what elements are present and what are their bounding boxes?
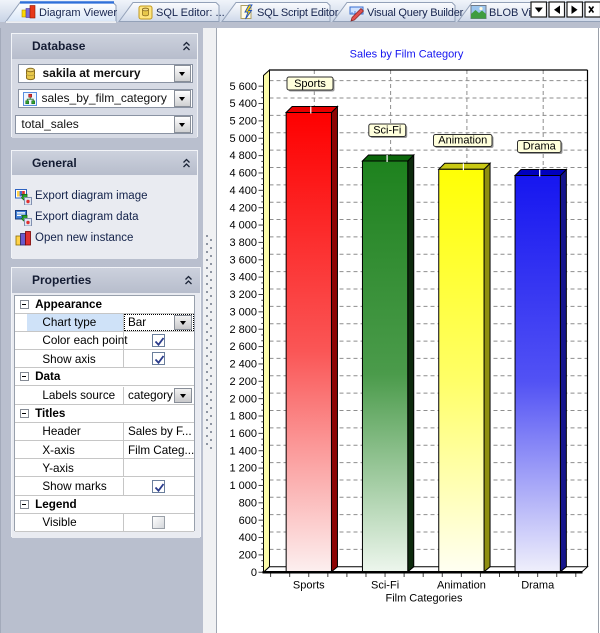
- svg-text:3 200: 3 200: [229, 289, 257, 301]
- svg-text:3 600: 3 600: [229, 254, 257, 266]
- svg-text:3 800: 3 800: [229, 237, 257, 249]
- svg-text:400: 400: [239, 532, 257, 544]
- svg-text:2 600: 2 600: [229, 341, 257, 353]
- svg-text:5 600: 5 600: [229, 81, 257, 93]
- svg-text:SQL Script Editor: SQL Script Editor: [257, 7, 339, 19]
- svg-text:4 600: 4 600: [229, 168, 257, 180]
- svg-text:5 200: 5 200: [229, 115, 257, 127]
- svg-text:1 200: 1 200: [229, 463, 257, 475]
- svg-text:Sci-Fi: Sci-Fi: [371, 580, 399, 592]
- svg-text:Sales by Film Category: Sales by Film Category: [350, 49, 464, 61]
- svg-text:Sci-Fi: Sci-Fi: [373, 125, 401, 137]
- svg-text:Visual Query Builder: Visual Query Builder: [367, 7, 464, 19]
- svg-text:800: 800: [239, 497, 257, 509]
- svg-text:Sports: Sports: [293, 580, 325, 592]
- svg-text:4 400: 4 400: [229, 185, 257, 197]
- svg-text:Animation: Animation: [437, 580, 486, 592]
- svg-text:5 000: 5 000: [229, 133, 257, 145]
- svg-text:2 000: 2 000: [229, 393, 257, 405]
- svg-text:4 000: 4 000: [229, 220, 257, 232]
- svg-text:600: 600: [239, 515, 257, 527]
- svg-text:3 000: 3 000: [229, 306, 257, 318]
- svg-text:Sports: Sports: [294, 78, 326, 90]
- svg-text:4 200: 4 200: [229, 202, 257, 214]
- svg-text:1 600: 1 600: [229, 428, 257, 440]
- svg-text:2 200: 2 200: [229, 376, 257, 388]
- svg-text:0: 0: [251, 567, 257, 579]
- svg-text:1 400: 1 400: [229, 445, 257, 457]
- svg-text:Diagram Viewer: Diagram Viewer: [39, 7, 117, 19]
- svg-text:SQL Editor: ...: SQL Editor: ...: [156, 7, 225, 19]
- svg-text:2 800: 2 800: [229, 324, 257, 336]
- svg-text:4 800: 4 800: [229, 150, 257, 162]
- svg-text:1 800: 1 800: [229, 411, 257, 423]
- svg-text:Drama: Drama: [523, 141, 557, 153]
- svg-text:1 000: 1 000: [229, 480, 257, 492]
- svg-text:5 400: 5 400: [229, 98, 257, 110]
- svg-text:2 400: 2 400: [229, 359, 257, 371]
- svg-text:Drama: Drama: [521, 580, 555, 592]
- svg-text:3 400: 3 400: [229, 272, 257, 284]
- svg-text:Animation: Animation: [438, 135, 487, 147]
- svg-text:Film Categories: Film Categories: [385, 593, 463, 605]
- svg-text:200: 200: [239, 549, 257, 561]
